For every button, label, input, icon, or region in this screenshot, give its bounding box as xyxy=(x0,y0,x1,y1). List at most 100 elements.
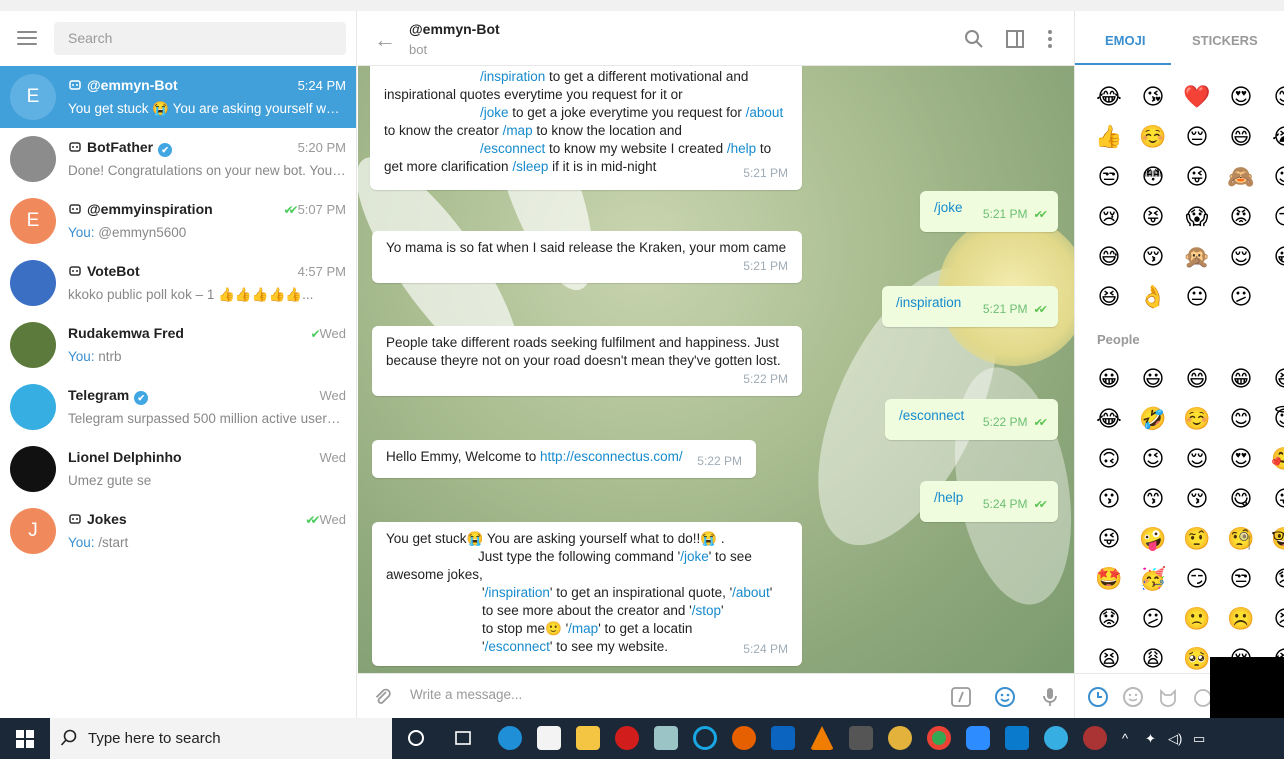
tab-emoji[interactable]: EMOJI xyxy=(1105,33,1145,48)
chat-list-item[interactable]: E @emmyn-Bot 5:24 PM You get stuck 😭 You ar… xyxy=(0,66,356,128)
cortana-ring-icon[interactable] xyxy=(693,726,717,750)
emoji-button[interactable]: 🤨 xyxy=(1183,526,1211,554)
attach-icon[interactable] xyxy=(372,686,392,706)
command-link[interactable]: /joke xyxy=(480,105,509,120)
emoji-button[interactable]: 😅 xyxy=(1095,244,1123,272)
store-icon[interactable] xyxy=(537,726,561,750)
command-link[interactable]: /about xyxy=(732,585,770,600)
more-options-icon[interactable] xyxy=(1040,29,1060,49)
incoming-message[interactable]: Hello Emmy, Welcome to http://esconnectu… xyxy=(372,440,756,478)
search-icon[interactable] xyxy=(964,29,984,49)
chat-list-item[interactable]: E @emmyinspiration ✔✔ 5:07 PM You: @emmyn560… xyxy=(0,190,356,252)
emoji-button[interactable]: 😁 xyxy=(1227,366,1255,394)
command-link[interactable]: /help xyxy=(934,490,963,505)
emoji-button[interactable]: 😛 xyxy=(1271,486,1284,514)
chat-list-item[interactable]: BotFather ✔ 5:20 PM Done! Congratulations o… xyxy=(0,128,356,190)
chat-list-item[interactable]: Rudakemwa Fred ✔ Wed You: ntrb xyxy=(0,314,356,376)
emoji-button[interactable]: 😐 xyxy=(1183,284,1211,312)
emoji-button[interactable]: 😍 xyxy=(1227,84,1255,112)
command-link[interactable]: /inspiration xyxy=(896,295,961,310)
emoji-button[interactable]: 🤣 xyxy=(1139,406,1167,434)
command-link[interactable]: /joke xyxy=(680,549,709,564)
emoji-button[interactable]: 😙 xyxy=(1139,486,1167,514)
emoji-button[interactable]: 😏 xyxy=(1271,204,1284,232)
emoji-button[interactable]: 🙊 xyxy=(1183,244,1211,272)
tray-expand-icon[interactable]: ^ xyxy=(1122,731,1128,746)
command-link[interactable]: /help xyxy=(727,141,756,156)
tab-stickers[interactable]: STICKERS xyxy=(1192,33,1258,48)
emoji-button[interactable]: 😚 xyxy=(1183,486,1211,514)
chat-list-item[interactable]: J Jokes ✔✔ Wed You: /start xyxy=(0,500,356,562)
emoji-button[interactable]: 🥺 xyxy=(1183,646,1211,674)
task-view-icon[interactable] xyxy=(451,726,475,750)
command-link[interactable]: /esconnect xyxy=(485,639,550,654)
emoji-button[interactable]: 😆 xyxy=(1095,284,1123,312)
emoji-button[interactable]: 😡 xyxy=(1227,204,1255,232)
emoji-button[interactable]: 🧐 xyxy=(1227,526,1255,554)
outgoing-message[interactable]: /help 5:24 PM ✔✔ xyxy=(920,481,1058,522)
volume-icon[interactable]: ◁) xyxy=(1168,731,1182,747)
telegram-icon[interactable] xyxy=(1044,726,1068,750)
emoji-button[interactable]: 😱 xyxy=(1183,204,1211,232)
emoji-button[interactable]: 😍 xyxy=(1227,446,1255,474)
emoji-button[interactable]: 😞 xyxy=(1271,566,1284,594)
windows-start-icon[interactable] xyxy=(16,730,34,748)
emoji-button[interactable]: 😊 xyxy=(1271,84,1284,112)
emoji-button[interactable]: 😄 xyxy=(1183,366,1211,394)
slack-icon[interactable] xyxy=(888,726,912,750)
emoji-button[interactable]: 😒 xyxy=(1095,164,1123,192)
emoji-button[interactable]: 🙃 xyxy=(1095,446,1123,474)
emoji-button[interactable]: 😊 xyxy=(1227,406,1255,434)
message-input[interactable]: Write a message... xyxy=(410,687,910,702)
command-link[interactable]: /esconnect xyxy=(899,408,964,423)
emoji-button[interactable]: 😣 xyxy=(1271,606,1284,634)
emoji-button[interactable]: 😀 xyxy=(1095,366,1123,394)
emoji-button[interactable]: 😘 xyxy=(1139,84,1167,112)
command-link[interactable]: /stop xyxy=(692,603,721,618)
emoji-button[interactable]: 😀 xyxy=(1271,244,1284,272)
chat-list-item[interactable]: Telegram ✔ Wed Telegram surpassed 500 milli… xyxy=(0,376,356,438)
command-link[interactable]: /map xyxy=(568,621,598,636)
emoji-icon[interactable] xyxy=(994,686,1016,708)
emoji-button[interactable]: 😕 xyxy=(1227,284,1255,312)
emoji-button[interactable]: 🥳 xyxy=(1139,566,1167,594)
conversation-title[interactable]: @emmyn-Bot xyxy=(409,21,500,37)
microphone-icon[interactable] xyxy=(1039,686,1061,708)
emoji-button[interactable]: 😇 xyxy=(1271,406,1284,434)
menu-icon[interactable] xyxy=(17,31,37,45)
recent-clock-icon[interactable] xyxy=(1087,686,1109,708)
command-link[interactable]: /inspiration xyxy=(485,585,550,600)
battery-icon[interactable]: ▭ xyxy=(1193,731,1205,747)
emoji-button[interactable]: 😂 xyxy=(1095,84,1123,112)
command-link[interactable]: /sleep xyxy=(512,159,548,174)
emoji-button[interactable]: 🙈 xyxy=(1227,164,1255,192)
emoji-button[interactable]: 😏 xyxy=(1183,566,1211,594)
emoji-button[interactable]: 😫 xyxy=(1095,646,1123,674)
emoji-button[interactable]: 😉 xyxy=(1271,164,1284,192)
incoming-message[interactable]: Yo mama is so fat when I said release th… xyxy=(372,231,802,283)
zoom-icon[interactable] xyxy=(966,726,990,750)
bot-commands-icon[interactable] xyxy=(950,686,972,708)
emoji-button[interactable]: 🙁 xyxy=(1183,606,1211,634)
emoji-button[interactable]: 😟 xyxy=(1095,606,1123,634)
emoji-button[interactable]: 😳 xyxy=(1139,164,1167,192)
firefox-icon[interactable] xyxy=(732,726,756,750)
emoji-button[interactable]: 😒 xyxy=(1227,566,1255,594)
emoji-button[interactable]: 🤓 xyxy=(1271,526,1284,554)
emoji-button[interactable]: 😜 xyxy=(1183,164,1211,192)
website-link[interactable]: http://esconnectus.com/ xyxy=(540,449,683,464)
emoji-button[interactable]: 😆 xyxy=(1271,366,1284,394)
emoji-button[interactable]: ☹️ xyxy=(1227,606,1255,634)
emoji-button[interactable]: 😕 xyxy=(1139,606,1167,634)
file-explorer-icon[interactable] xyxy=(576,726,600,750)
command-link[interactable]: /esconnect xyxy=(480,141,545,156)
incoming-message[interactable]: People take different roads seeking fulf… xyxy=(372,326,802,396)
vscode-icon[interactable] xyxy=(1005,726,1029,750)
outgoing-message[interactable]: /joke 5:21 PM ✔✔ xyxy=(920,191,1058,232)
command-link[interactable]: /map xyxy=(503,123,533,138)
emoji-button[interactable]: ☺️ xyxy=(1183,406,1211,434)
edge-browser-icon[interactable] xyxy=(498,726,522,750)
dropbox-icon[interactable]: ✦ xyxy=(1145,731,1156,747)
opera-icon[interactable] xyxy=(615,726,639,750)
incoming-message[interactable]: You get stuck😭 You are asking yourself w… xyxy=(372,522,802,666)
